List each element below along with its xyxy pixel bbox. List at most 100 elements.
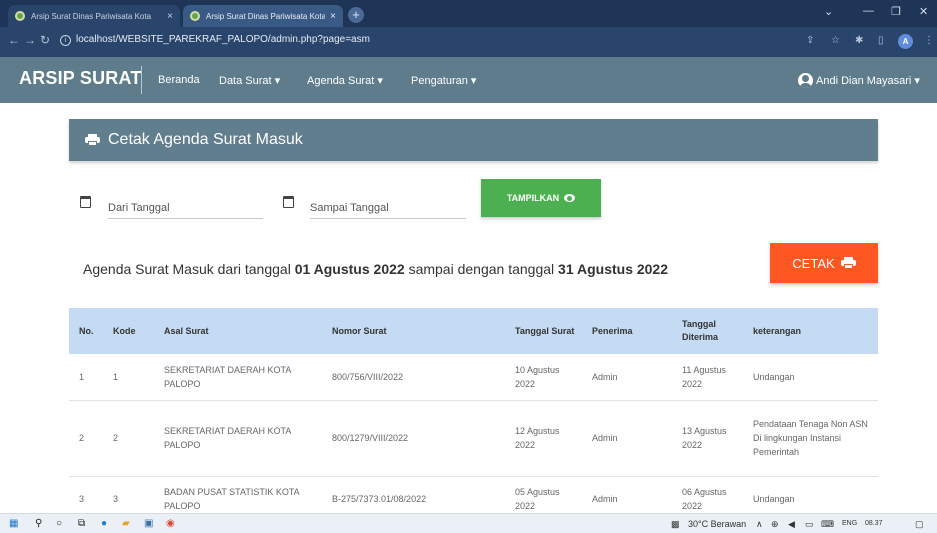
cell-no: 2 (69, 400, 108, 477)
cell-keterangan: Undangan (748, 354, 878, 401)
nav-item-data-surat[interactable]: Data Surat ▾ (219, 74, 280, 87)
minimize-icon[interactable]: — (863, 5, 874, 17)
cell-keterangan: Pendataan Tenaga Non ASN Di lingkungan I… (748, 400, 878, 477)
tray-chevron-icon[interactable]: ∧ (756, 519, 763, 530)
windows-start-icon[interactable]: ▦ (9, 518, 18, 529)
chrome-icon[interactable]: ◉ (166, 518, 175, 529)
table-header-row: No. Kode Asal Surat Nomor Surat Tanggal … (69, 308, 878, 354)
clock[interactable]: 08.37 (865, 520, 883, 527)
url-text[interactable]: localhost/WEBSITE_PAREKRAF_PALOPO/admin.… (76, 34, 370, 45)
site-favicon-icon (190, 11, 200, 21)
forward-arrow-icon[interactable]: → (24, 33, 36, 47)
file-explorer-icon[interactable]: ▰ (122, 518, 130, 529)
printer-icon (840, 257, 856, 269)
extensions-icon[interactable]: ✱ (855, 35, 863, 46)
col-header-penerima: Penerima (587, 308, 677, 354)
summary-middle: sampai dengan tanggal (404, 261, 559, 277)
user-menu[interactable]: Andi Dian Mayasari ▾ (798, 73, 920, 88)
calendar-icon (283, 196, 294, 208)
keyboard-icon[interactable]: ⌨ (821, 519, 834, 530)
tab-title: Arsip Surat Dinas Pariwisata Kota (206, 11, 326, 21)
back-arrow-icon[interactable]: ← (8, 33, 20, 47)
col-header-no: No. (69, 308, 108, 354)
cell-tanggal-diterima: 13 Agustus 2022 (677, 400, 748, 477)
print-button[interactable]: CETAK (770, 243, 878, 283)
col-header-nomor-surat: Nomor Surat (323, 308, 510, 354)
nav-item-pengaturan[interactable]: Pengaturan ▾ (411, 74, 476, 87)
tab-close-icon[interactable]: × (330, 11, 336, 22)
table-row: 2 2 SEKRETARIAT DAERAH KOTA PALOPO 800/1… (69, 400, 878, 477)
new-tab-button[interactable]: + (348, 7, 364, 23)
nav-item-agenda-surat[interactable]: Agenda Surat ▾ (307, 74, 383, 87)
col-header-asal-surat: Asal Surat (152, 308, 323, 354)
notification-icon[interactable]: ▢ (915, 519, 924, 530)
close-window-icon[interactable]: ✕ (919, 5, 928, 18)
weather-text[interactable]: 30°C Berawan (688, 519, 746, 529)
restore-icon[interactable]: ❐ (891, 5, 901, 18)
browser-tab[interactable]: Arsip Surat Dinas Pariwisata Kota × (8, 5, 180, 27)
tab-close-icon[interactable]: × (167, 11, 173, 22)
cell-nomor-surat: 800/756/VIII/2022 (323, 354, 510, 401)
summary-start-date: 01 Agustus 2022 (294, 261, 405, 277)
user-account-icon (798, 73, 813, 88)
app-navbar: ARSIP SURAT Beranda Data Surat ▾ Agenda … (0, 57, 937, 103)
col-header-tanggal-diterima: Tanggal Diterima (677, 308, 748, 354)
site-favicon-icon (15, 11, 25, 21)
tab-title: Arsip Surat Dinas Pariwisata Kota (31, 11, 152, 21)
cell-penerima: Admin (587, 400, 677, 477)
browser-address-bar: ← → ↻ i localhost/WEBSITE_PAREKRAF_PALOP… (0, 27, 937, 57)
cell-nomor-surat: 800/1279/VIII/2022 (323, 400, 510, 477)
language-indicator[interactable]: ENG (842, 520, 857, 527)
print-button-label: CETAK (792, 255, 835, 271)
cell-asal-surat: SEKRETARIAT DAERAH KOTA PALOPO (152, 400, 323, 477)
cell-tanggal-diterima: 11 Agustus 2022 (677, 354, 748, 401)
weather-icon[interactable]: ▩ (671, 519, 680, 530)
cell-tanggal-surat: 10 Agustus 2022 (510, 354, 587, 401)
cell-asal-surat: SEKRETARIAT DAERAH KOTA PALOPO (152, 354, 323, 401)
cortana-icon[interactable]: ○ (56, 518, 62, 529)
store-icon[interactable]: ▣ (144, 518, 153, 529)
browser-menu-icon[interactable]: ⋮ (924, 35, 934, 46)
table-row: 1 1 SEKRETARIAT DAERAH KOTA PALOPO 800/7… (69, 354, 878, 401)
side-panel-icon[interactable]: ▯ (878, 35, 884, 46)
panel-header: Cetak Agenda Surat Masuk (69, 119, 878, 161)
browser-tab-active[interactable]: Arsip Surat Dinas Pariwisata Kota × (183, 5, 343, 27)
col-header-kode: Kode (108, 308, 152, 354)
agenda-summary: Agenda Surat Masuk dari tanggal 01 Agust… (83, 261, 668, 277)
tab-search-chevron-icon[interactable]: ⌄ (824, 5, 833, 18)
brand-logo[interactable]: ARSIP SURAT (19, 68, 142, 89)
start-date-input[interactable] (108, 201, 263, 219)
printer-icon (85, 134, 100, 146)
browser-tab-strip: Arsip Surat Dinas Pariwisata Kota × Arsi… (0, 0, 937, 27)
navbar-divider (141, 66, 142, 94)
battery-icon[interactable]: ▭ (805, 519, 814, 530)
task-view-icon[interactable]: ⧉ (78, 518, 85, 529)
col-header-tanggal-surat: Tanggal Surat (510, 308, 587, 354)
profile-avatar[interactable]: A (898, 34, 913, 49)
cell-penerima: Admin (587, 354, 677, 401)
site-info-icon[interactable]: i (60, 35, 71, 46)
summary-prefix: Agenda Surat Masuk dari tanggal (83, 261, 295, 277)
search-icon[interactable]: ⚲ (35, 518, 42, 529)
summary-end-date: 31 Agustus 2022 (558, 261, 669, 277)
col-header-keterangan: keterangan (748, 308, 878, 354)
eye-icon (564, 194, 576, 202)
show-button[interactable]: TAMPILKAN (481, 179, 601, 217)
bookmark-star-icon[interactable]: ☆ (831, 35, 840, 46)
calendar-icon (80, 196, 91, 208)
show-button-label: TAMPILKAN (506, 193, 560, 203)
agenda-table: No. Kode Asal Surat Nomor Surat Tanggal … (69, 308, 878, 523)
volume-icon[interactable]: ◀ (788, 519, 795, 530)
panel-title: Cetak Agenda Surat Masuk (108, 131, 303, 148)
cell-no: 1 (69, 354, 108, 401)
nav-item-beranda[interactable]: Beranda (158, 74, 200, 86)
edge-icon[interactable]: ● (101, 518, 107, 529)
cell-tanggal-surat: 12 Agustus 2022 (510, 400, 587, 477)
os-taskbar: ▦ ⚲ ○ ⧉ ● ▰ ▣ ◉ ▩ 30°C Berawan ∧ ⊕ ◀ ▭ ⌨… (0, 513, 937, 533)
reload-icon[interactable]: ↻ (40, 33, 50, 47)
share-icon[interactable]: ⇪ (806, 35, 814, 46)
user-name: Andi Dian Mayasari ▾ (816, 75, 920, 87)
cell-kode: 2 (108, 400, 152, 477)
end-date-input[interactable] (310, 201, 466, 219)
network-tray-icon[interactable]: ⊕ (771, 519, 779, 530)
